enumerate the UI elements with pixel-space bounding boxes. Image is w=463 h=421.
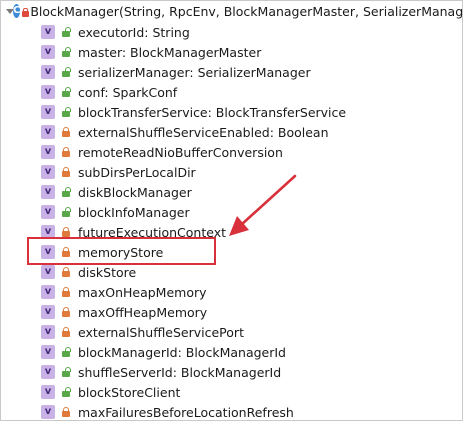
constructor-node[interactable]: C BlockManager(String, RpcEnv, BlockMana…: [1, 1, 462, 21]
variable-icon: v: [41, 185, 55, 199]
tree-item-label: externalShuffleServicePort: [78, 324, 244, 340]
lock-icon: [22, 8, 29, 17]
variable-icon: v: [41, 25, 55, 39]
tree-item[interactable]: v shuffleServerId: BlockManagerId: [1, 362, 462, 382]
variable-icon: v: [41, 205, 55, 219]
tree-item-label: maxOffHeapMemory: [78, 304, 208, 320]
variable-icon: v: [41, 65, 55, 79]
variable-icon: v: [41, 85, 55, 99]
variable-icon: v: [41, 345, 55, 359]
unlocked-icon: [61, 106, 71, 118]
lock-icon: [61, 146, 71, 158]
tree-item-label: futureExecutionContext: [78, 224, 227, 240]
tree-item[interactable]: v remoteReadNioBufferConversion: [1, 142, 462, 162]
tree-item[interactable]: v memoryStore: [1, 242, 462, 262]
tree-item-label: blockTransferService: BlockTransferServi…: [78, 104, 347, 120]
lock-icon: [61, 266, 71, 278]
unlocked-icon: [61, 346, 71, 358]
tree-item-label: diskStore: [78, 264, 137, 280]
variable-icon: v: [41, 285, 55, 299]
lock-icon: [61, 406, 71, 418]
field-list: v executorId: String v master: BlockManager…: [1, 22, 462, 420]
lock-icon: [61, 246, 71, 258]
variable-icon: v: [41, 385, 55, 399]
lock-icon: [61, 126, 71, 138]
tree-item[interactable]: v master: BlockManagerMaster: [1, 42, 462, 62]
variable-icon: v: [41, 325, 55, 339]
tree-item-label: subDirsPerLocalDir: [78, 164, 196, 180]
unlocked-icon: [61, 26, 71, 38]
unlocked-icon: [61, 206, 71, 218]
tree-item-label: diskBlockManager: [78, 184, 192, 200]
tree-item-label: blockStoreClient: [78, 384, 181, 400]
tree-item-label: executorId: String: [78, 24, 190, 40]
constructor-label: BlockManager(String, RpcEnv, BlockManage…: [30, 3, 463, 19]
variable-icon: v: [41, 125, 55, 139]
variable-icon: v: [41, 245, 55, 259]
tree-item-label: blockManagerId: BlockManagerId: [78, 344, 286, 360]
tree-item-label: memoryStore: [78, 244, 164, 260]
unlocked-icon: [61, 386, 71, 398]
lock-icon: [61, 306, 71, 318]
lock-icon: [61, 166, 71, 178]
tree-item[interactable]: v serializerManager: SerializerManager: [1, 62, 462, 82]
tree-item[interactable]: v maxFailuresBeforeLocationRefresh: [1, 402, 462, 420]
tree-item[interactable]: v futureExecutionContext: [1, 222, 462, 242]
tree-item-label: maxOnHeapMemory: [78, 284, 207, 300]
tree-item[interactable]: v blockInfoManager: [1, 202, 462, 222]
unlocked-icon: [61, 366, 71, 378]
class-icon-letter: C: [13, 5, 21, 16]
tree-item[interactable]: v maxOnHeapMemory: [1, 282, 462, 302]
variable-icon: v: [41, 265, 55, 279]
variable-icon: v: [41, 225, 55, 239]
tree-item-label: maxFailuresBeforeLocationRefresh: [78, 404, 294, 420]
tree-item[interactable]: v externalShuffleServiceEnabled: Boolean: [1, 122, 462, 142]
tree-item-label: blockInfoManager: [78, 204, 190, 220]
lock-icon: [61, 286, 71, 298]
tree-item[interactable]: v maxOffHeapMemory: [1, 302, 462, 322]
lock-icon: [61, 226, 71, 238]
variable-icon: v: [41, 105, 55, 119]
unlocked-icon: [61, 186, 71, 198]
tree-item-label: master: BlockManagerMaster: [78, 44, 262, 60]
variable-icon: v: [41, 405, 55, 419]
variable-icon: v: [41, 165, 55, 179]
tree-item[interactable]: v executorId: String: [1, 22, 462, 42]
tree-item-label: externalShuffleServiceEnabled: Boolean: [78, 124, 329, 140]
tree-item[interactable]: v blockManagerId: BlockManagerId: [1, 342, 462, 362]
variable-icon: v: [41, 365, 55, 379]
tree-item[interactable]: v diskBlockManager: [1, 182, 462, 202]
tree-item[interactable]: v blockStoreClient: [1, 382, 462, 402]
lock-icon: [61, 326, 71, 338]
tree-item-label: conf: SparkConf: [78, 84, 178, 100]
class-icon: C: [13, 4, 29, 18]
tree-item-label: serializerManager: SerializerManager: [78, 64, 311, 80]
tree-item[interactable]: v blockTransferService: BlockTransferServ…: [1, 102, 462, 122]
tree-item[interactable]: v conf: SparkConf: [1, 82, 462, 102]
variable-icon: v: [41, 145, 55, 159]
structure-tree-panel: C BlockManager(String, RpcEnv, BlockMana…: [0, 0, 463, 421]
tree-item[interactable]: v subDirsPerLocalDir: [1, 162, 462, 182]
unlocked-icon: [61, 66, 71, 78]
unlocked-icon: [61, 46, 71, 58]
unlocked-icon: [61, 86, 71, 98]
tree-item-label: shuffleServerId: BlockManagerId: [78, 364, 282, 380]
tree-item[interactable]: v diskStore: [1, 262, 462, 282]
tree-item-label: remoteReadNioBufferConversion: [78, 144, 283, 160]
variable-icon: v: [41, 45, 55, 59]
variable-icon: v: [41, 305, 55, 319]
tree-item[interactable]: v externalShuffleServicePort: [1, 322, 462, 342]
